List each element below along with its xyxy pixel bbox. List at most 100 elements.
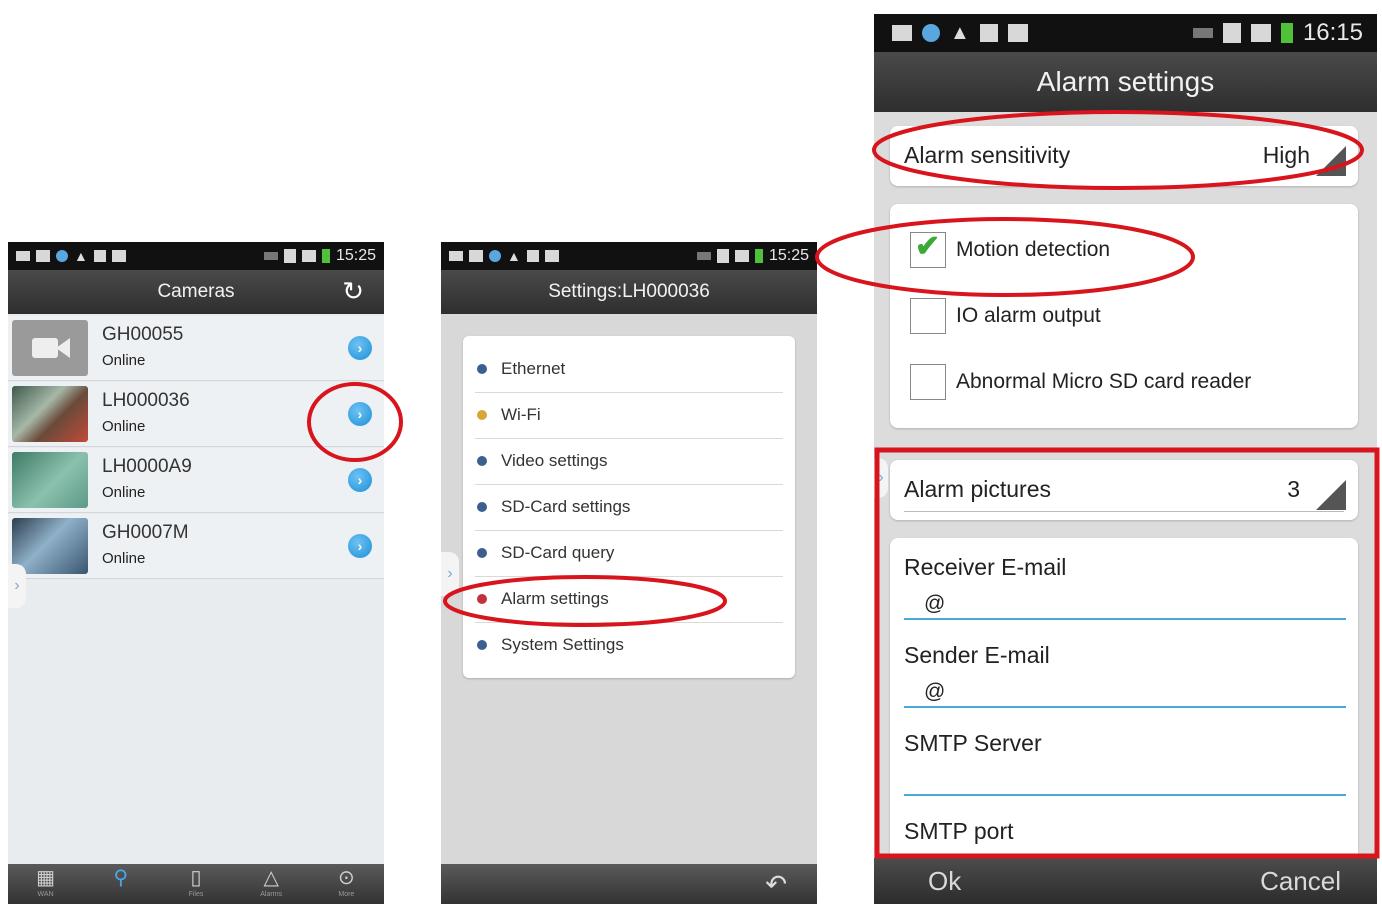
side-drawer-handle[interactable]: ›	[8, 564, 26, 608]
camera-row[interactable]: GH0007M Online ›	[8, 514, 384, 579]
qr-code-icon: ▦	[36, 867, 56, 889]
menu-item-ethernet[interactable]: Ethernet	[475, 346, 783, 393]
tab-more[interactable]: ⊙ More	[322, 865, 370, 903]
alarm-settings-screen: ▲ 16:15 Alarm settings Alarm sensitivity…	[874, 14, 1377, 904]
settings-menu: Ethernet Wi-Fi Video settings SD-Card se…	[463, 336, 795, 678]
tab-search[interactable]: ⚲	[97, 865, 145, 903]
tab-label: WAN	[37, 891, 54, 898]
camera-settings-button[interactable]: ›	[348, 402, 372, 426]
status-bar: ▲ 15:25	[441, 242, 817, 270]
camera-thumbnail	[12, 386, 88, 442]
camera-row[interactable]: GH00055 Online ›	[8, 316, 384, 381]
vibrate-icon	[263, 252, 278, 260]
bottom-tab-bar: ▦ WAN ⚲ ▯ Files △ Alarms ⊙ More	[8, 864, 384, 904]
cancel-button[interactable]: Cancel	[1260, 866, 1341, 897]
abnormal-sd-card-label: Abnormal Micro SD card reader	[956, 370, 1252, 393]
menu-item-sd-card-settings[interactable]: SD-Card settings	[475, 484, 783, 531]
camera-settings-button[interactable]: ›	[348, 468, 372, 492]
ok-button[interactable]: Ok	[928, 866, 961, 897]
export-icon	[526, 250, 539, 262]
camera-name: LH0000A9	[102, 456, 192, 477]
alarm-pictures-label: Alarm pictures	[904, 476, 1051, 502]
cameras-screen: ▲ 15:25 Cameras ↻ GH00055 Online › LH000…	[8, 242, 384, 904]
menu-item-sd-card-query[interactable]: SD-Card query	[475, 530, 783, 577]
status-time: 15:25	[768, 247, 809, 264]
title-bar: Settings:LH000036	[441, 270, 817, 314]
bag-icon	[544, 250, 559, 262]
bottom-bar: ↶	[441, 864, 817, 904]
menu-item-label: Ethernet	[501, 359, 566, 378]
sd-card-icon	[477, 502, 487, 512]
camera-settings-button[interactable]: ›	[348, 336, 372, 360]
user-icon	[489, 250, 501, 262]
vibrate-icon	[696, 252, 711, 260]
camera-row[interactable]: LH000036 Online ›	[8, 382, 384, 447]
page-title: Alarm settings	[1036, 66, 1215, 97]
export-icon	[979, 24, 998, 42]
camera-thumbnail	[12, 452, 88, 508]
alarm-icon	[477, 594, 487, 604]
camera-row[interactable]: LH0000A9 Online ›	[8, 448, 384, 513]
refresh-icon[interactable]: ↻	[342, 276, 364, 307]
bag-icon	[1007, 24, 1028, 42]
motion-detection-label: Motion detection	[956, 238, 1111, 261]
camera-status: Online	[102, 352, 146, 369]
sender-email-input[interactable]	[904, 678, 1346, 708]
notification-icons: ▲	[16, 248, 126, 264]
menu-item-alarm-settings[interactable]: Alarm settings	[475, 576, 783, 623]
tab-label: More	[338, 891, 355, 898]
user-icon	[922, 24, 940, 42]
receiver-email-label: Receiver E-mail	[904, 554, 1067, 580]
camera-name: GH0007M	[102, 522, 189, 543]
abnormal-sd-card-checkbox[interactable]	[910, 364, 946, 400]
cell-signal-icon	[301, 250, 316, 262]
user-icon	[56, 250, 68, 262]
io-alarm-output-checkbox[interactable]	[910, 298, 946, 334]
camera-settings-button[interactable]: ›	[348, 534, 372, 558]
ethernet-icon	[477, 364, 487, 374]
status-bar: ▲ 15:25	[8, 242, 384, 270]
wifi-signal-icon	[283, 249, 296, 263]
camera-name: LH000036	[102, 390, 190, 411]
alarm-sensitivity-value: High	[1262, 142, 1310, 168]
menu-item-system-settings[interactable]: System Settings	[475, 622, 783, 668]
camera-status: Online	[102, 418, 146, 435]
camera-thumbnail	[12, 320, 88, 376]
camera-name: GH00055	[102, 324, 184, 345]
wifi-signal-icon	[1222, 23, 1241, 43]
menu-item-label: Alarm settings	[501, 589, 609, 608]
wifi-icon	[16, 251, 30, 261]
io-alarm-output-label: IO alarm output	[956, 304, 1101, 327]
status-bar: ▲ 16:15	[874, 14, 1377, 52]
alarm-sensitivity-label: Alarm sensitivity	[904, 142, 1071, 168]
tab-files[interactable]: ▯ Files	[172, 865, 220, 903]
side-drawer-handle[interactable]: ›	[874, 458, 888, 498]
menu-item-wifi[interactable]: Wi-Fi	[475, 392, 783, 439]
tab-alarms[interactable]: △ Alarms	[247, 865, 295, 903]
title-bar: Alarm settings	[874, 52, 1377, 112]
camera-thumbnail	[12, 518, 88, 574]
image-icon	[469, 250, 483, 262]
smtp-server-input[interactable]	[904, 766, 1346, 796]
receiver-email-input[interactable]	[904, 590, 1346, 620]
status-time: 16:15	[1302, 19, 1363, 46]
settings-screen: ▲ 15:25 Settings:LH000036 Ethernet Wi-Fi…	[441, 242, 817, 904]
wifi-icon	[477, 410, 487, 420]
divider	[904, 511, 1344, 512]
alarm-icon: △	[263, 867, 279, 889]
image-icon	[892, 25, 912, 41]
motion-detection-checkbox[interactable]: ✔	[910, 230, 946, 268]
menu-item-video-settings[interactable]: Video settings	[475, 438, 783, 485]
cell-signal-icon	[1250, 24, 1271, 42]
tab-wan[interactable]: ▦ WAN	[22, 865, 70, 903]
alarm-sensitivity-row[interactable]: Alarm sensitivity High	[890, 126, 1358, 186]
dropdown-corner-icon	[1316, 480, 1346, 510]
sender-email-label: Sender E-mail	[904, 642, 1050, 668]
action-bar: Ok Cancel	[874, 858, 1377, 904]
alarm-pictures-row[interactable]: Alarm pictures 3	[890, 460, 1358, 520]
back-icon[interactable]: ↶	[765, 869, 787, 900]
bag-icon	[111, 250, 126, 262]
side-drawer-handle[interactable]: ›	[441, 552, 459, 596]
camera-status: Online	[102, 550, 146, 567]
page-title: Cameras	[157, 281, 235, 302]
